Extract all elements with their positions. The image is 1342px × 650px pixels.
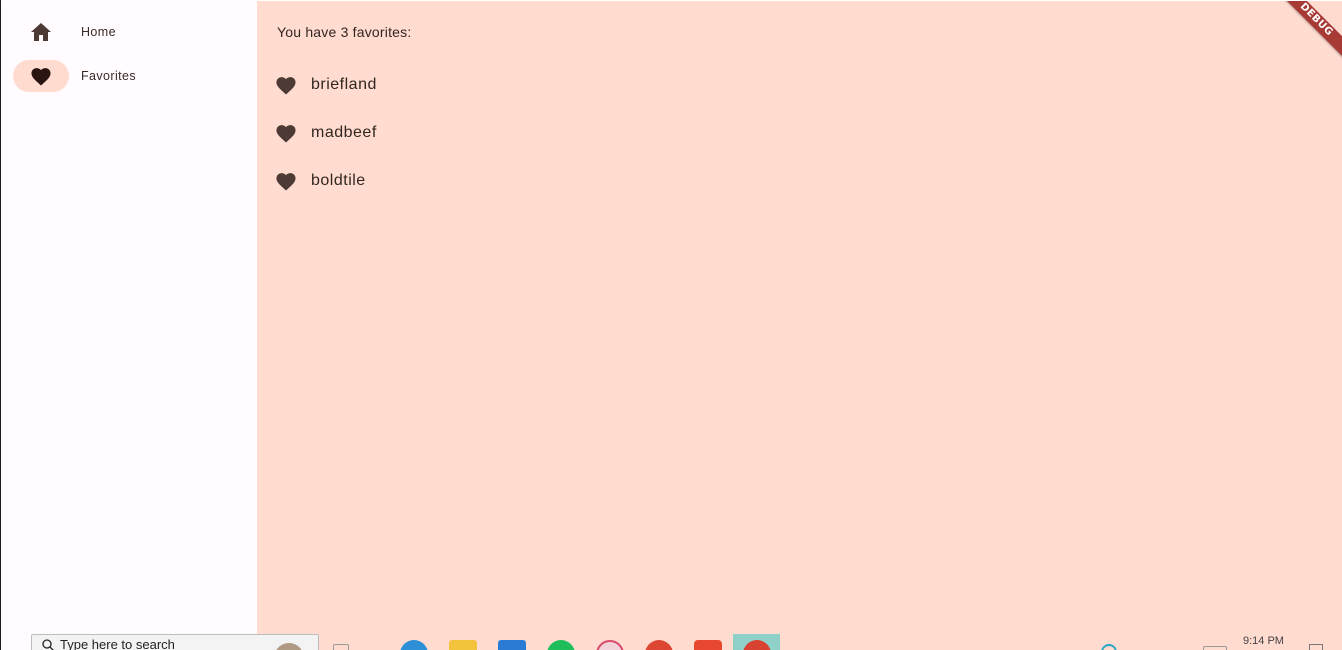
taskbar-clock[interactable]: 9:14 PM [1243,635,1284,647]
favorites-page: You have 3 favorites: briefland madbeef … [257,1,1342,650]
taskbar-search-box[interactable]: Type here to search [31,634,319,650]
brave-browser-icon[interactable] [694,640,722,650]
spotify-icon[interactable] [547,640,575,650]
search-icon [42,639,54,650]
tray-app-icon[interactable] [1101,644,1117,650]
taskbar-search-placeholder: Type here to search [60,637,175,650]
nav-destination-favorites[interactable]: Favorites [13,60,253,92]
windows-taskbar: Type here to search 9:14 PM [0,632,1342,650]
favorite-word: boldtile [311,172,366,189]
heart-icon [276,77,296,95]
task-view-icon[interactable] [333,644,349,650]
nav-label-favorites: Favorites [81,69,137,83]
nav-indicator-selected [13,60,69,92]
heart-icon [31,68,51,86]
app-icon[interactable] [596,640,624,650]
nav-label-home: Home [81,25,116,39]
keyboard-icon[interactable] [1203,646,1227,650]
heart-icon [276,125,296,143]
flutter-app-window: Home Favorites You have 3 favorites: bri… [1,1,1342,650]
favorite-word: madbeef [311,124,377,141]
file-explorer-icon[interactable] [449,640,477,650]
favorite-list-item[interactable]: briefland [275,71,377,99]
favorites-count-text: You have 3 favorites: [277,24,412,40]
favorite-word: briefland [311,76,377,93]
edge-browser-icon[interactable] [400,640,428,650]
heart-icon [276,173,296,191]
favorite-list-item[interactable]: boldtile [275,167,366,195]
navigation-rail: Home Favorites [1,1,257,650]
search-highlight-image [274,643,304,650]
favorite-list-item[interactable]: madbeef [275,119,377,147]
nav-destination-home[interactable]: Home [13,16,253,48]
debug-banner: DEBUG [1268,1,1342,68]
home-icon [31,23,51,41]
chrome-icon[interactable] [645,640,673,650]
nav-indicator [13,16,69,48]
notification-icon[interactable] [1309,644,1323,650]
vscode-icon[interactable] [498,640,526,650]
